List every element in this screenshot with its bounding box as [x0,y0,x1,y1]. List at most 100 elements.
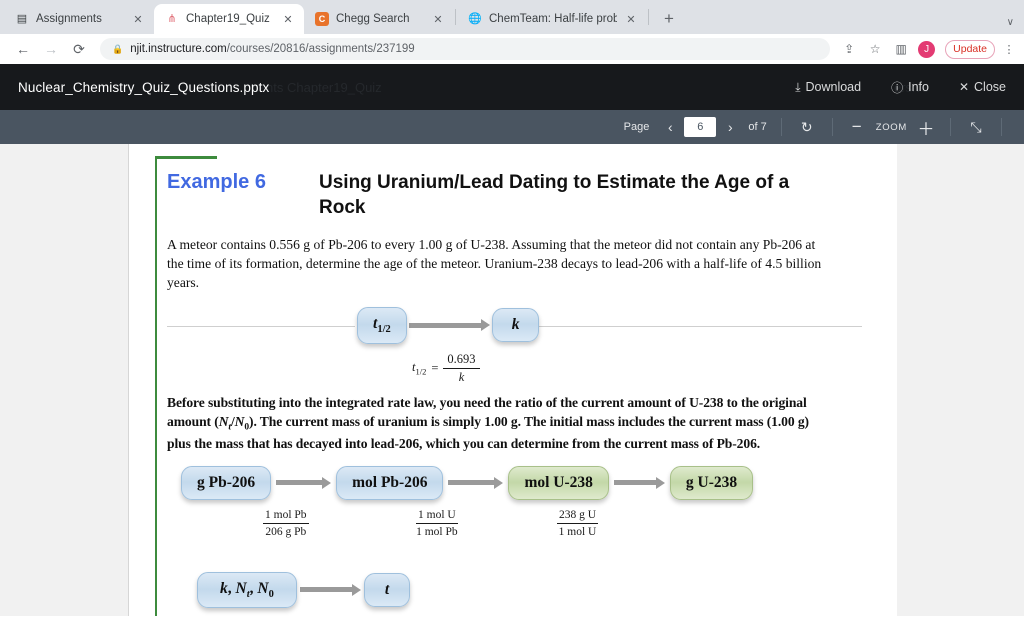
fraction-numerator: 1 mol U [416,508,458,525]
bookmark-star-icon[interactable]: ☆ [866,40,884,58]
flow-box-g-u238: g U-238 [669,465,754,500]
fullscreen-icon[interactable]: ⤡ [965,119,987,136]
document-viewer[interactable]: Example 6 Using Uranium/Lead Dating to E… [0,144,1024,616]
flow-arrow [276,476,332,489]
tab-strip: ▤ Assignments ✕ ⋔ Chapter19_Quiz ✕ C Che… [0,0,1024,34]
flow-box-mol-pb206: mol Pb-206 [336,465,444,500]
close-label: Close [974,80,1006,94]
fraction-numerator: 0.693 [443,352,480,369]
update-button[interactable]: Update [945,39,995,59]
info-button[interactable]: ⓘ Info [891,79,929,96]
page-count-label: of 7 [748,121,767,133]
address-bar[interactable]: 🔒 njit.instructure.com/courses/20816/ass… [100,38,831,60]
close-icon[interactable]: ✕ [431,12,445,26]
browser-toolbar: ← → ⟳ 🔒 njit.instructure.com/courses/208… [0,34,1024,64]
flow-box-t: t [363,572,411,607]
toolbar-icons: ⇪ ☆ ▥ J Update ⋮ [840,39,1015,59]
toolbar-divider [950,118,951,136]
zoom-in-button[interactable]: ＋ [916,115,936,140]
browser-chrome: ▤ Assignments ✕ ⋔ Chapter19_Quiz ✕ C Che… [0,0,1024,64]
close-button[interactable]: ✕ Close [959,80,1006,94]
page-number-input[interactable]: 6 [684,117,717,137]
page-toolbar: Page ‹ 6 › of 7 ↻ − ZOOM ＋ ⤡ [0,110,1024,144]
close-icon[interactable]: ✕ [624,12,638,26]
url-text: njit.instructure.com/courses/20816/assig… [130,43,414,55]
fraction-numerator: 1 mol Pb [263,508,309,525]
back-button[interactable]: ← [10,36,36,62]
browser-tab-chegg-search[interactable]: C Chegg Search ✕ [304,4,454,34]
forward-button[interactable]: → [38,36,64,62]
chegg-icon: C [315,12,329,26]
flow-arrow [299,583,361,596]
url-host: njit.instructure.com [130,43,227,55]
flow-box-half-life: t1/2 [357,307,407,344]
equals-sign: = [431,360,439,375]
strategy-statement: Before substituting into the integrated … [167,395,809,451]
close-icon: ✕ [958,80,970,94]
fraction-denominator: k [458,369,465,384]
page-label: Page [623,121,650,133]
tab-strip-right: ∨ [1007,17,1024,34]
flow-box-g-pb206: g Pb-206 [181,465,272,500]
conversion-flow-diagram: g Pb-206 mol Pb-206 mol U-238 g U-238 1 … [167,465,869,570]
download-label: Download [805,80,862,94]
flow-box-k-nt-n0: k, Nt, N0 [197,571,297,608]
tab-title: ChemTeam: Half-life problems i [489,13,617,25]
viewer-right-gutter [897,144,1024,616]
toolbar-divider [831,118,833,136]
equation-lhs: t1/2 [412,360,427,377]
new-tab-button[interactable]: + [656,6,682,32]
avatar[interactable]: J [918,40,936,58]
fraction-denominator: 1 mol U [558,526,597,539]
rotate-icon[interactable]: ↻ [796,119,818,136]
example-title: Using Uranium/Lead Dating to Estimate th… [319,172,790,219]
next-page-button[interactable]: › [719,119,741,135]
document-filename: Nuclear_Chemistry_Quiz_Questions.pptx [18,79,270,95]
book-icon: ▤ [16,12,28,25]
zoom-out-button[interactable]: − [847,117,867,137]
browser-tab-chapter19-quiz[interactable]: ⋔ Chapter19_Quiz ✕ [154,4,304,34]
toolbar-divider [1001,118,1002,136]
url-path: /courses/20816/assignments/237199 [226,43,415,55]
ratelaw-flow-row: k, Nt, N0 t [197,571,411,608]
rule-line-right [524,326,862,328]
example-label: Example 6 [167,171,266,193]
browser-menu-icon[interactable]: ⋮ [1004,43,1015,56]
reload-button[interactable]: ⟳ [66,36,92,62]
tab-divider [648,9,649,25]
slide-page: Example 6 Using Uranium/Lead Dating to E… [128,144,897,616]
browser-tab-assignments[interactable]: ▤ Assignments ✕ [4,4,154,34]
flow-box-k: k [491,308,540,343]
info-icon: ⓘ [891,80,904,95]
quiz-doc-icon: ⋔ [167,12,177,25]
fraction-numerator: 238 g U [557,508,599,525]
download-button[interactable]: ⤓ Download [795,80,861,95]
info-label: Info [908,80,929,94]
halflife-flow-diagram: t1/2 k t1/2 = 0.693 k [167,300,869,384]
share-icon[interactable]: ⇪ [840,40,858,58]
close-icon[interactable]: ✕ [281,12,295,26]
tab-title: Chapter19_Quiz [186,13,270,25]
close-icon[interactable]: ✕ [131,12,145,26]
ratelaw-flow-diagram: k, Nt, N0 t ln Nt N0 = −kt [167,571,869,616]
document-viewer-header: ments Chapter19_Quiz ersive Nuclear_Chem… [0,64,1024,110]
fraction-denominator: 206 g Pb [265,526,307,539]
previous-page-button[interactable]: ‹ [659,119,681,135]
lock-icon: 🔒 [112,43,124,54]
slide-heading: Example 6 Using Uranium/Lead Dating to E… [167,170,869,220]
chevron-down-icon[interactable]: ∨ [1007,17,1014,28]
side-panel-icon[interactable]: ▥ [892,40,910,58]
browser-tab-chemteam[interactable]: 🌐 ChemTeam: Half-life problems i ✕ [457,4,647,34]
tab-title: Assignments [36,13,102,25]
globe-icon: 🌐 [468,12,482,25]
fraction-denominator: 1 mol Pb [416,526,458,539]
flow-arrow [613,476,665,489]
rule-line-left [167,326,355,328]
accent-rail [155,156,157,616]
tab-divider [455,9,456,25]
viewer-left-gutter [0,144,128,616]
download-icon: ⤓ [795,79,801,94]
flow-arrow [408,319,490,332]
tab-title: Chegg Search [336,13,410,25]
conversion-flow-row: g Pb-206 mol Pb-206 mol U-238 g U-238 [181,465,754,500]
